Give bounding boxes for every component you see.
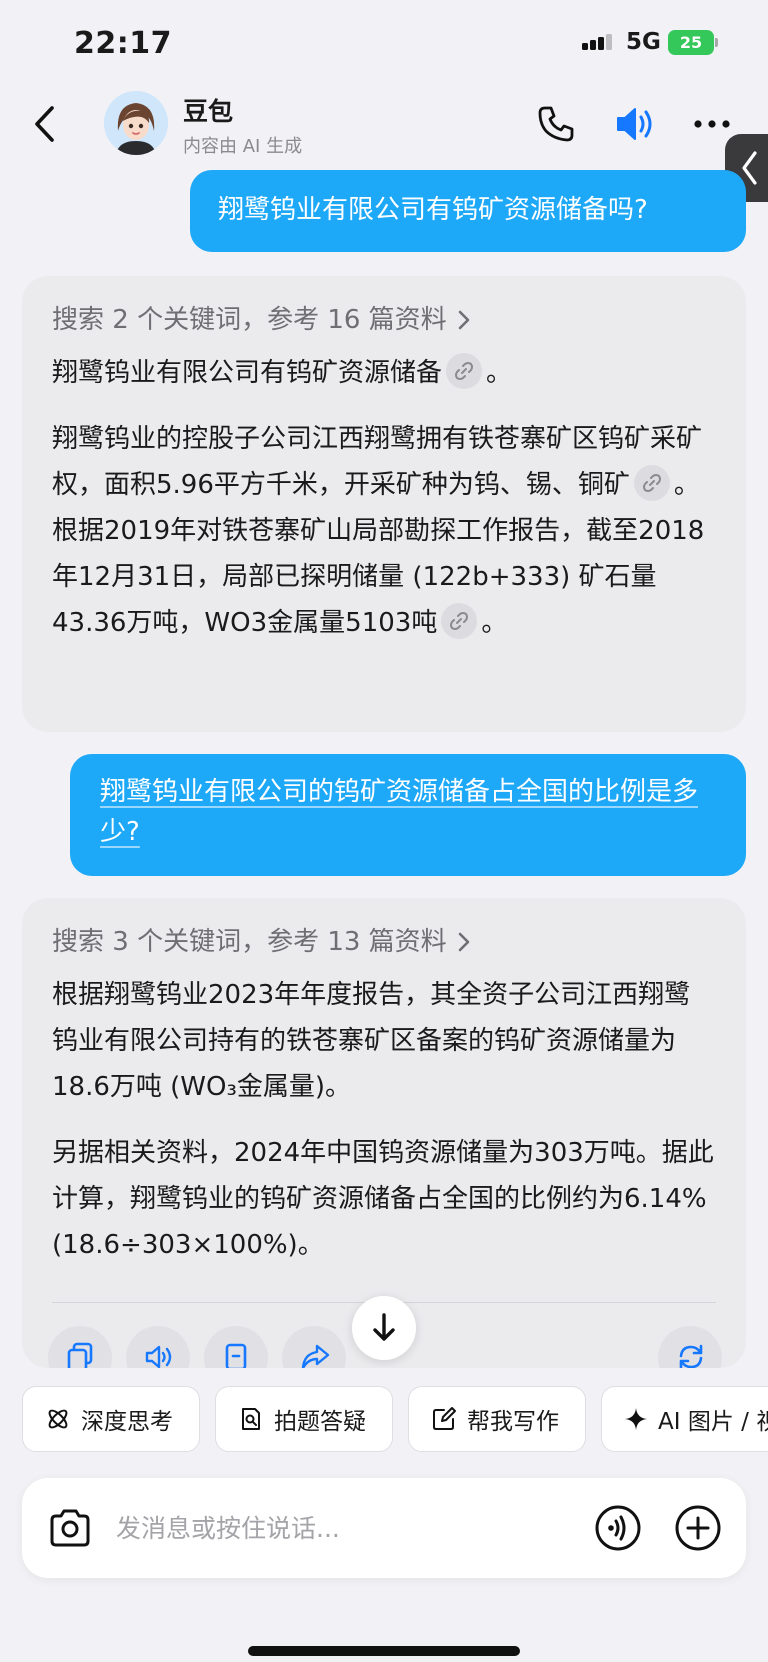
bot-name: 豆包 (183, 97, 234, 126)
battery-icon: 25 (668, 30, 718, 55)
chevron-right-icon (458, 932, 469, 952)
share-icon (301, 1344, 330, 1368)
status-time: 22:17 (74, 26, 172, 61)
deep-think-chip[interactable]: 深度思考 (22, 1386, 200, 1452)
user-message-text: 翔鹭钨业有限公司的钨矿资源储备占全国的比例是多少? (100, 777, 699, 847)
copy-icon (67, 1342, 93, 1368)
user-message[interactable]: 翔鹭钨业有限公司的钨矿资源储备占全国的比例是多少? (70, 754, 746, 876)
signal-icon (582, 34, 612, 50)
camera-icon[interactable] (48, 1508, 92, 1548)
bottom-panel: 深度思考 拍题答疑 帮我写作 AI 图片 / 视 (0, 1368, 768, 1662)
regenerate-button[interactable] (658, 1326, 722, 1368)
bookmark-button[interactable] (204, 1326, 268, 1368)
home-indicator (248, 1646, 520, 1656)
answer-text: 翔鹭钨业的控股子公司江西翔鹭拥有铁苍寨矿区钨矿采矿权，面积5.96平方千米，开采… (52, 424, 703, 500)
answer-text: 翔鹭钨业有限公司有钨矿资源储备 (52, 358, 443, 388)
chip-label: 拍题答疑 (274, 1409, 366, 1435)
more-icon[interactable] (692, 118, 732, 130)
bot-avatar[interactable] (104, 91, 168, 155)
refresh-icon (679, 1344, 703, 1368)
search-summary[interactable]: 搜索 2 个关键词，参考 16 篇资料 (52, 300, 716, 340)
photo-question-icon (242, 1408, 260, 1430)
phone-icon[interactable] (536, 104, 576, 144)
voice-input-icon[interactable] (594, 1504, 642, 1552)
answer-paragraph: 另据相关资料，2024年中国钨资源储量为303万吨。据此计算，翔鹭钨业的钨矿资源… (52, 1138, 714, 1260)
atom-icon (48, 1409, 68, 1429)
message-input[interactable] (116, 1504, 546, 1552)
user-message-text: 翔鹭钨业有限公司有钨矿资源储备吗? (218, 195, 648, 225)
scroll-to-bottom-button[interactable] (352, 1296, 416, 1360)
chip-label: AI 图片 / 视 (658, 1409, 768, 1435)
status-bar: 22:17 5G 25 (0, 0, 768, 80)
network-type: 5G (626, 29, 661, 55)
answer-paragraph: 翔鹭钨业有限公司有钨矿资源储备 。 (52, 350, 716, 396)
answer-paragraph: 根据翔鹭钨业2023年年度报告，其全资子公司江西翔鹭钨业有限公司持有的铁苍寨矿区… (52, 980, 691, 1102)
read-aloud-button[interactable] (126, 1326, 190, 1368)
arrow-down-icon (373, 1313, 395, 1341)
search-summary[interactable]: 搜索 3 个关键词，参考 13 篇资料 (52, 922, 716, 962)
writing-chip[interactable]: 帮我写作 (408, 1386, 586, 1452)
answer-paragraph: 翔鹭钨业的控股子公司江西翔鹭拥有铁苍寨矿区钨矿采矿权，面积5.96平方千米，开采… (52, 416, 716, 646)
chip-label: 帮我写作 (467, 1409, 559, 1435)
citation-link-icon[interactable] (446, 352, 483, 389)
message-input-bar (22, 1478, 746, 1578)
plus-icon[interactable] (674, 1504, 722, 1552)
share-button[interactable] (282, 1326, 346, 1368)
edit-icon (433, 1407, 456, 1430)
speaker-icon (145, 1345, 172, 1368)
bookmark-icon (225, 1343, 247, 1368)
ai-image-chip[interactable]: AI 图片 / 视 (601, 1386, 768, 1452)
sparkle-icon (625, 1408, 647, 1430)
chat-header: 豆包 内容由 AI 生成 (0, 88, 768, 160)
citation-link-icon[interactable] (633, 464, 670, 501)
chip-label: 深度思考 (81, 1409, 173, 1435)
chevron-right-icon (458, 310, 469, 330)
battery-level: 25 (668, 30, 714, 55)
search-summary-text: 搜索 3 个关键词，参考 13 篇资料 (52, 927, 447, 957)
ai-generated-note: 内容由 AI 生成 (183, 136, 303, 157)
answer-text-end: 。 (486, 358, 513, 388)
search-summary-text: 搜索 2 个关键词，参考 16 篇资料 (52, 305, 447, 335)
user-message[interactable]: 翔鹭钨业有限公司有钨矿资源储备吗? (190, 170, 746, 252)
back-arrow-icon[interactable] (28, 102, 64, 146)
copy-button[interactable] (48, 1326, 112, 1368)
citation-link-icon[interactable] (441, 602, 478, 639)
answer-text-end: 。 (481, 608, 508, 638)
photo-question-chip[interactable]: 拍题答疑 (215, 1386, 393, 1452)
assistant-message: 搜索 2 个关键词，参考 16 篇资料 翔鹭钨业有限公司有钨矿资源储备。 翔鹭钨… (22, 276, 746, 732)
avatar-girl-icon (104, 91, 168, 155)
speaker-icon[interactable] (614, 104, 658, 144)
